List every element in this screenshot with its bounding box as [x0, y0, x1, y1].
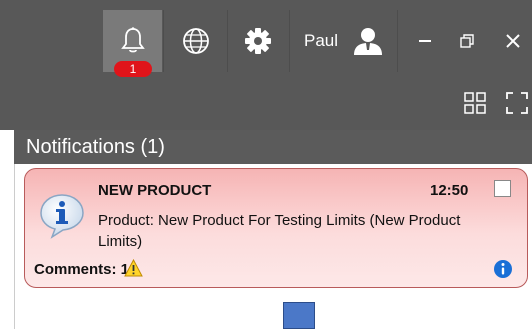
- restore-button[interactable]: [452, 0, 482, 82]
- notification-checkbox[interactable]: [494, 180, 511, 197]
- divider: [163, 10, 164, 72]
- grid-view-button[interactable]: [460, 82, 490, 124]
- info-icon: [494, 260, 512, 278]
- divider: [397, 10, 398, 72]
- language-button[interactable]: [170, 0, 222, 82]
- fullscreen-button[interactable]: [502, 82, 532, 124]
- comments-label[interactable]: Comments: 1: [34, 261, 129, 278]
- bell-icon: [120, 27, 145, 53]
- info-bubble-icon: [38, 192, 86, 245]
- warning-icon: [124, 258, 143, 282]
- user-icon: [354, 28, 382, 55]
- settings-button[interactable]: [233, 0, 283, 82]
- fullscreen-icon: [506, 92, 528, 114]
- grid-view-icon: [464, 92, 486, 114]
- username-label[interactable]: Paul: [304, 31, 338, 51]
- gear-icon: [245, 28, 271, 54]
- user-button[interactable]: [348, 0, 388, 82]
- divider: [227, 10, 228, 72]
- close-button[interactable]: [497, 0, 529, 82]
- minimize-button[interactable]: [410, 0, 440, 82]
- notification-body: Product: New Product For Testing Limits …: [98, 212, 461, 250]
- toolbar: [0, 82, 532, 130]
- status-square: [283, 302, 315, 329]
- minimize-icon: [419, 40, 431, 42]
- notification-title: NEW PRODUCT: [98, 182, 212, 199]
- notification-time: 12:50: [430, 182, 469, 199]
- info-button[interactable]: [493, 259, 513, 284]
- divider: [289, 10, 290, 72]
- notification-count-badge: 1: [114, 61, 152, 77]
- close-icon: [506, 34, 520, 48]
- notifications-title: Notifications (1): [26, 136, 165, 158]
- globe-icon: [183, 28, 209, 54]
- restore-icon: [460, 34, 474, 48]
